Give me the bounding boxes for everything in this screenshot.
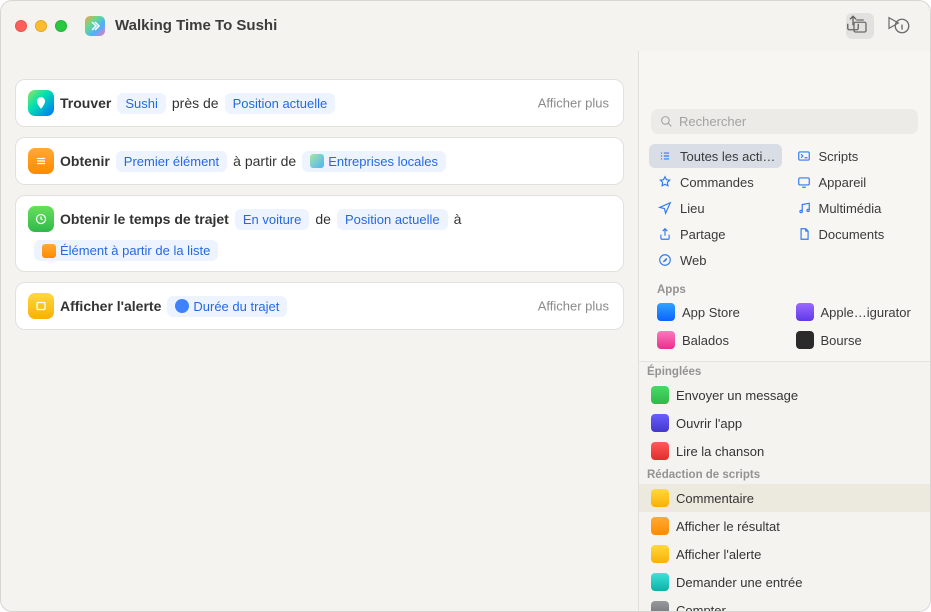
zoom-window-button[interactable] — [55, 20, 67, 32]
chip-search-term[interactable]: Sushi — [117, 93, 166, 114]
pinned-header: Épinglées — [639, 362, 930, 381]
chip-first-item[interactable]: Premier élément — [116, 151, 227, 172]
location-icon — [657, 200, 673, 216]
messages-icon — [651, 386, 669, 404]
chip-current-location[interactable]: Position actuelle — [225, 93, 336, 114]
open-app-icon — [651, 414, 669, 432]
text-near: près de — [172, 95, 219, 111]
category-device[interactable]: Appareil — [788, 170, 921, 194]
alert-list-icon — [651, 545, 669, 563]
shortcut-app-icon — [85, 16, 105, 36]
pinned-open-app[interactable]: Ouvrir l'app — [639, 409, 930, 437]
podcasts-icon — [657, 331, 675, 349]
search-icon — [660, 115, 673, 128]
chip-local-businesses[interactable]: Entreprises locales — [302, 151, 446, 172]
action-count[interactable]: Compter — [639, 596, 930, 611]
doc-icon — [796, 226, 812, 242]
action-verb: Trouver — [60, 95, 111, 111]
duration-mini-icon — [175, 299, 189, 313]
category-documents[interactable]: Documents — [788, 222, 921, 246]
category-location[interactable]: Lieu — [649, 196, 782, 220]
search-placeholder: Rechercher — [679, 114, 746, 129]
appstore-icon — [657, 303, 675, 321]
editor-canvas[interactable]: Trouver Sushi près de Position actuelle … — [1, 51, 638, 611]
action-verb: Obtenir — [60, 153, 110, 169]
music-app-icon — [651, 442, 669, 460]
app-window: Walking Time To Sushi Trouver Sushi prè — [0, 0, 931, 612]
text-from: de — [315, 211, 331, 227]
share-icon — [657, 226, 673, 242]
app-podcasts[interactable]: Balados — [649, 327, 782, 353]
display-icon — [796, 174, 812, 190]
minimize-window-button[interactable] — [35, 20, 47, 32]
chip-travel-duration[interactable]: Durée du trajet — [167, 296, 287, 317]
app-configurator[interactable]: Apple…igurator — [788, 299, 921, 325]
music-icon — [796, 200, 812, 216]
alert-icon — [28, 293, 54, 319]
category-suggestions[interactable]: Commandes — [649, 170, 782, 194]
stocks-icon — [796, 331, 814, 349]
chip-list-item[interactable]: Élément à partir de la liste — [34, 240, 218, 261]
app-stocks[interactable]: Bourse — [788, 327, 921, 353]
info-button[interactable] — [888, 13, 916, 39]
sidebar: Rechercher Toutes les acti… Scripts Comm… — [638, 51, 930, 611]
maps-icon — [28, 90, 54, 116]
chip-driving[interactable]: En voiture — [235, 209, 310, 230]
traffic-lights — [15, 20, 67, 32]
category-web[interactable]: Web — [649, 248, 782, 272]
count-icon — [651, 601, 669, 611]
search-input[interactable]: Rechercher — [651, 109, 918, 134]
show-more-button[interactable]: Afficher plus — [538, 299, 609, 314]
category-media[interactable]: Multimédia — [788, 196, 921, 220]
scripting-icon — [28, 148, 54, 174]
chip-current-location[interactable]: Position actuelle — [337, 209, 448, 230]
show-more-button[interactable]: Afficher plus — [538, 96, 609, 111]
action-find-places[interactable]: Trouver Sushi près de Position actuelle … — [15, 79, 624, 127]
text-from: à partir de — [233, 153, 296, 169]
configurator-icon — [796, 303, 814, 321]
text-to: à — [454, 211, 462, 227]
action-comment[interactable]: Commentaire — [639, 484, 930, 512]
action-show-alert[interactable]: Afficher l'alerte — [639, 540, 930, 568]
apps-header: Apps — [649, 280, 920, 299]
action-get-item[interactable]: Obtenir Premier élément à partir de Entr… — [15, 137, 624, 185]
action-verb: Afficher l'alerte — [60, 298, 161, 314]
scripting-mini-icon — [42, 244, 56, 258]
action-verb: Obtenir le temps de trajet — [60, 211, 229, 227]
category-sharing[interactable]: Partage — [649, 222, 782, 246]
list-icon — [657, 148, 673, 164]
clock-icon — [28, 206, 54, 232]
comment-icon — [651, 489, 669, 507]
result-icon — [651, 517, 669, 535]
star-icon — [657, 174, 673, 190]
input-icon — [651, 573, 669, 591]
category-scripts[interactable]: Scripts — [788, 144, 921, 168]
terminal-icon — [796, 148, 812, 164]
apps-panel: Apps App Store Apple…igurator Balados Bo… — [639, 280, 930, 361]
actions-list[interactable]: Épinglées Envoyer un message Ouvrir l'ap… — [639, 361, 930, 611]
action-show-result[interactable]: Afficher le résultat — [639, 512, 930, 540]
maps-mini-icon — [310, 154, 324, 168]
app-appstore[interactable]: App Store — [649, 299, 782, 325]
library-toggle-button[interactable] — [846, 13, 874, 39]
category-grid: Toutes les acti… Scripts Commandes Appar… — [639, 140, 930, 280]
action-travel-time[interactable]: Obtenir le temps de trajet En voiture de… — [15, 195, 624, 272]
scripts-header: Rédaction de scripts — [639, 465, 930, 484]
shortcut-title: Walking Time To Sushi — [115, 17, 277, 34]
safari-icon — [657, 252, 673, 268]
pinned-send-message[interactable]: Envoyer un message — [639, 381, 930, 409]
pinned-play-song[interactable]: Lire la chanson — [639, 437, 930, 465]
action-ask-input[interactable]: Demander une entrée — [639, 568, 930, 596]
close-window-button[interactable] — [15, 20, 27, 32]
category-all-actions[interactable]: Toutes les acti… — [649, 144, 782, 168]
action-show-alert[interactable]: Afficher l'alerte Durée du trajet Affich… — [15, 282, 624, 330]
